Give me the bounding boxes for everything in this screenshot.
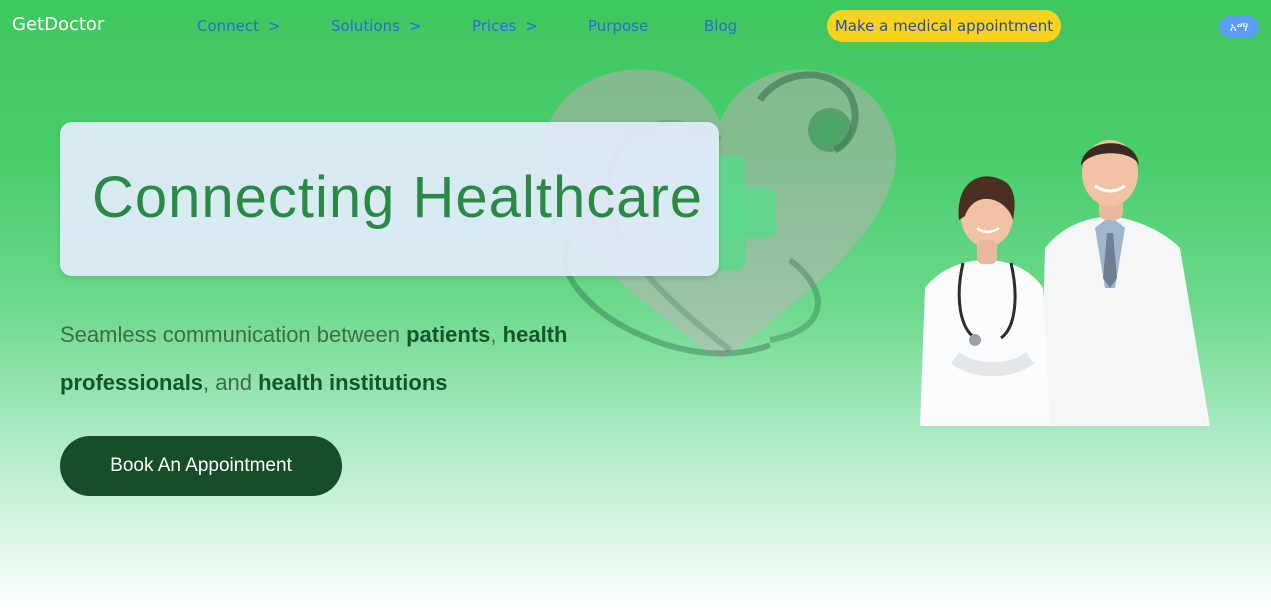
nav-connect[interactable]: Connect > — [197, 17, 281, 35]
brand-logo[interactable]: GetDoctor — [12, 14, 104, 35]
subtitle-separator: , — [490, 322, 503, 347]
hero-title: Connecting Healthcare — [92, 165, 704, 230]
nav-blog[interactable]: Blog — [704, 17, 737, 35]
nav-prices-label: Prices — [472, 17, 517, 35]
nav-blog-label: Blog — [704, 17, 738, 35]
doctors-photo — [920, 140, 1210, 426]
hero-subtitle: Seamless communication between patients,… — [60, 311, 640, 407]
chevron-right-icon: > — [268, 17, 281, 35]
top-navbar: GetDoctor Connect > Solutions > Prices > Pu… — [0, 0, 1271, 52]
hero-title-card: Connecting Healthcare — [60, 122, 719, 276]
nav-solutions-label: Solutions — [331, 17, 400, 35]
nav-solutions[interactable]: Solutions > — [331, 17, 422, 35]
nav-connect-label: Connect — [197, 17, 260, 35]
subtitle-separator: , and — [203, 370, 259, 395]
chevron-right-icon: > — [408, 17, 422, 35]
nav-purpose-label: Purpose — [588, 17, 649, 35]
make-appointment-button[interactable]: Make a medical appointment — [827, 10, 1061, 42]
subtitle-patients: patients — [406, 322, 491, 347]
chevron-right-icon: > — [525, 17, 538, 35]
subtitle-intro: Seamless communication between — [60, 322, 407, 347]
nav-prices[interactable]: Prices > — [472, 17, 538, 35]
subtitle-health-institutions: health institutions — [258, 370, 448, 395]
language-toggle-button[interactable]: አማ — [1219, 16, 1259, 38]
nav-purpose[interactable]: Purpose — [588, 17, 648, 35]
book-appointment-button[interactable]: Book An Appointment — [60, 436, 342, 496]
